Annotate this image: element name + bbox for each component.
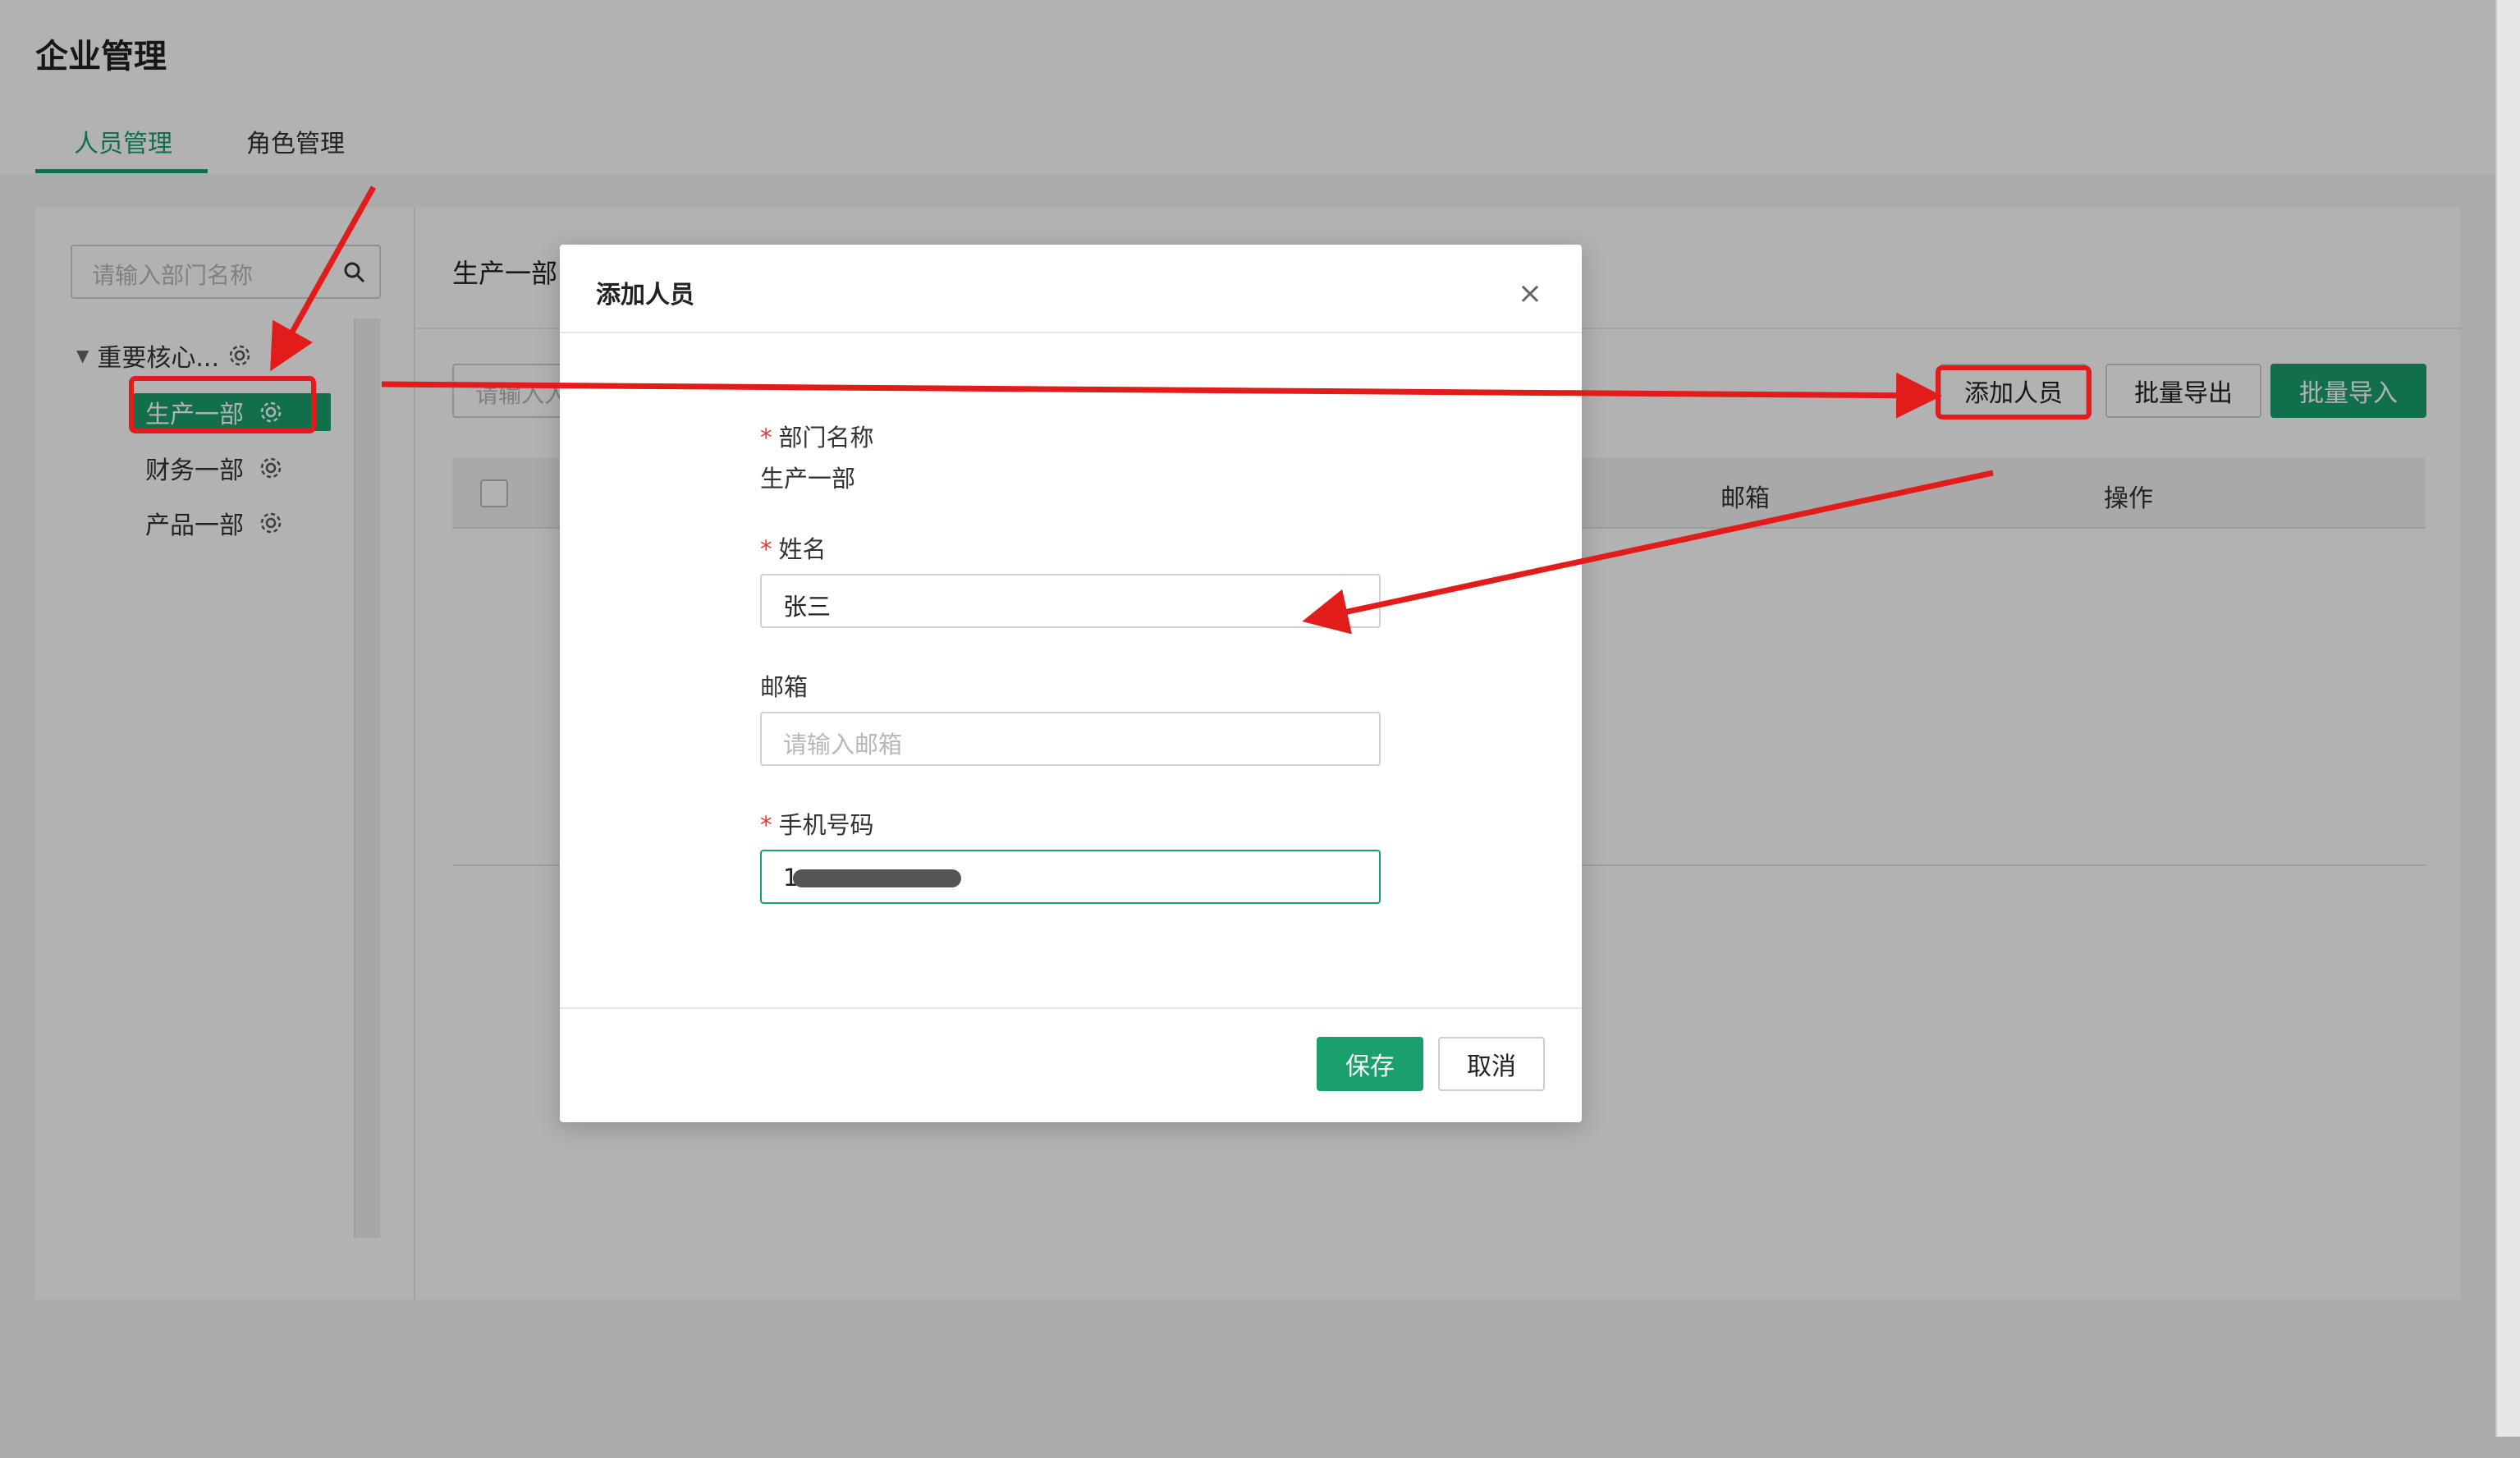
close-icon[interactable]: × [1518,279,1542,309]
divider [560,1007,1582,1009]
cancel-button[interactable]: 取消 [1438,1037,1545,1091]
required-marker: * [760,535,772,563]
save-button[interactable]: 保存 [1317,1037,1423,1091]
phone-field[interactable]: 1 [760,850,1381,904]
page-scrollbar[interactable] [2495,0,2520,1437]
phone-label: * 手机号码 [760,811,874,839]
add-member-dialog: 添加人员 × * 部门名称 生产一部 * 姓名 张三 邮箱 请输入邮箱 * 手机号码 … [560,245,1582,1122]
email-field[interactable]: 请输入邮箱 [760,712,1381,766]
email-label: 邮箱 [760,673,809,701]
name-field-value: 张三 [783,593,832,621]
dialog-title: 添加人员 [596,281,694,309]
name-label: * 姓名 [760,535,827,563]
highlight-box-add-button [1936,365,2092,420]
highlight-box-tree-node [129,376,316,433]
email-field-placeholder: 请输入邮箱 [783,731,903,759]
redaction-mark [793,869,961,887]
required-marker: * [760,424,772,452]
name-field[interactable]: 张三 [760,574,1381,628]
divider [560,332,1582,333]
required-marker: * [760,811,772,839]
dept-name-label: * 部门名称 [760,424,874,452]
dept-name-value: 生产一部 [760,465,856,493]
